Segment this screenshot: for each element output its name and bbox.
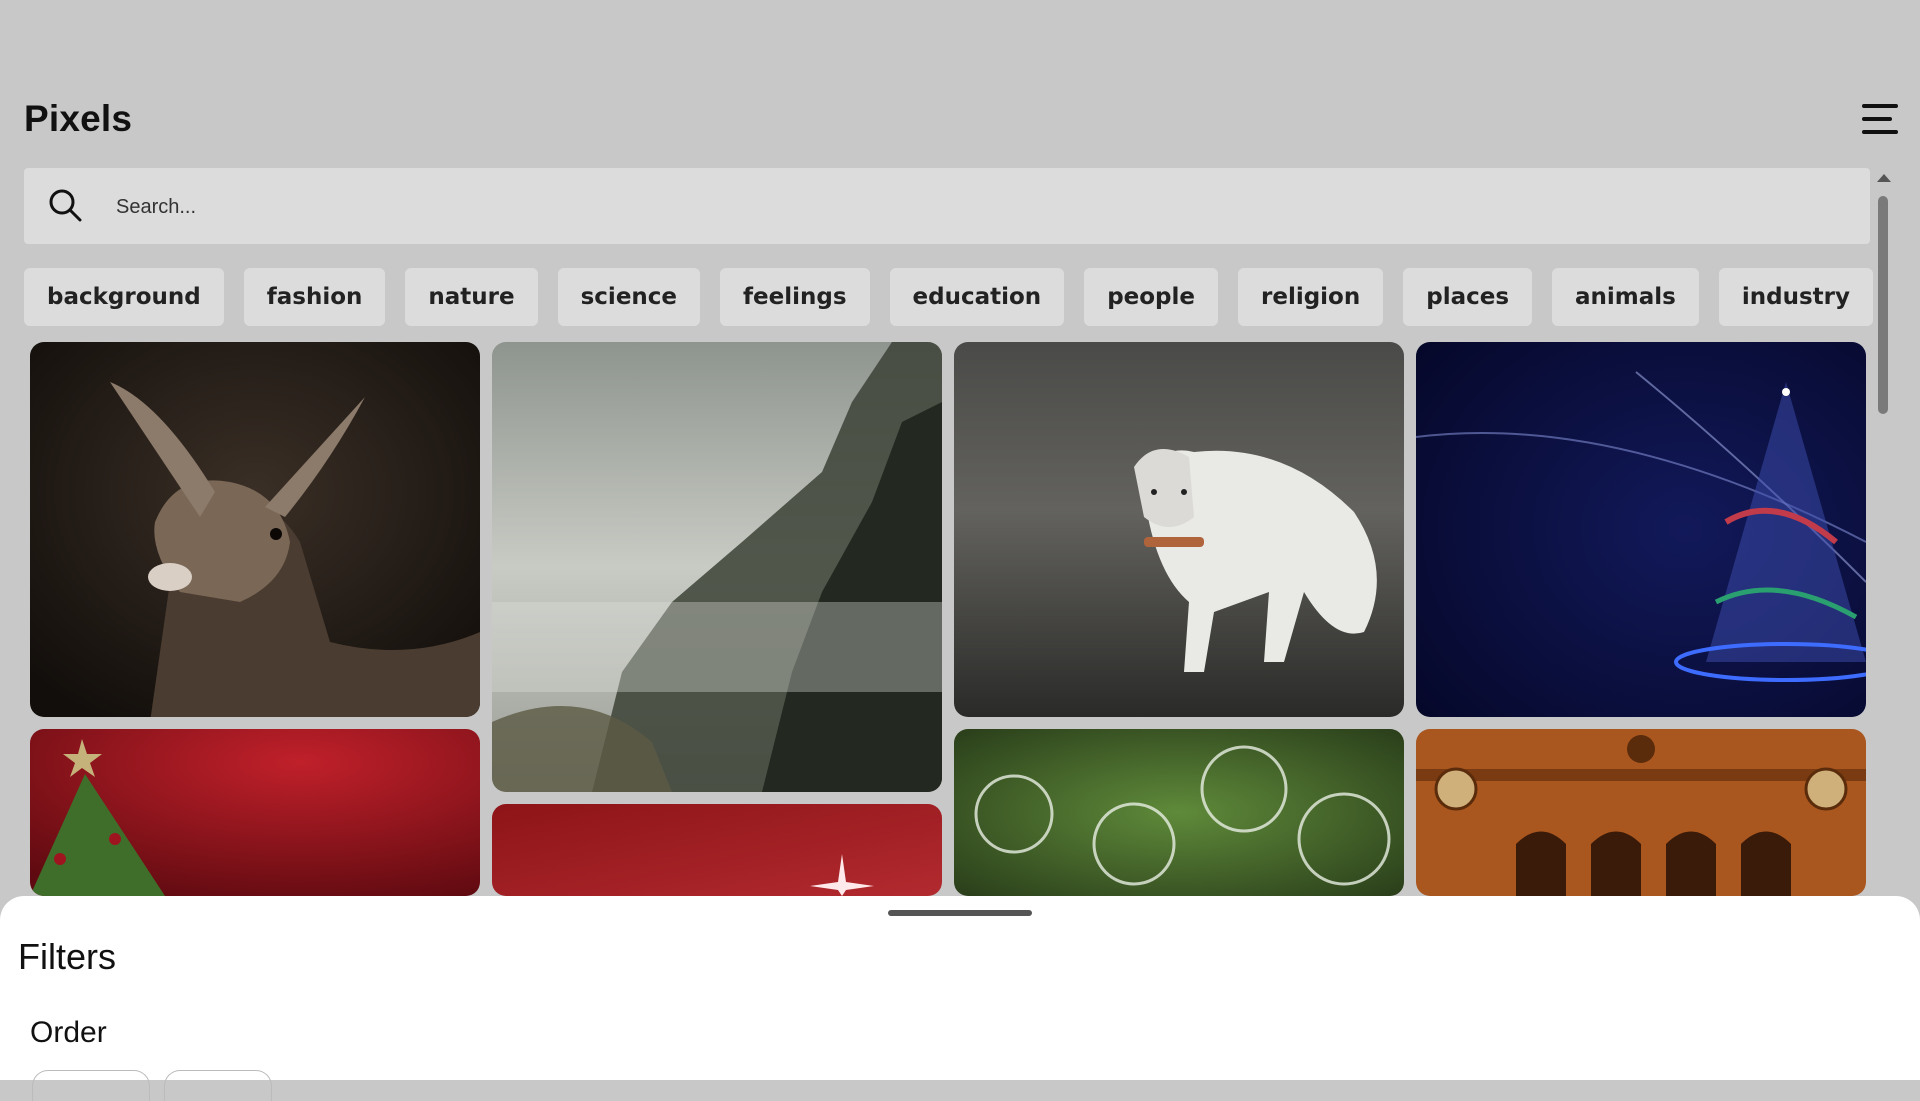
order-option[interactable] (164, 1070, 272, 1101)
search-icon (49, 189, 82, 222)
gallery-image-christmas-sparkle[interactable] (1416, 342, 1866, 717)
drag-handle[interactable] (888, 910, 1032, 916)
category-chips: background fashion nature science feelings ed… (24, 268, 1874, 328)
gallery-image-clock-tower[interactable] (1416, 729, 1866, 896)
gallery-image-arctic-fox[interactable] (954, 342, 1404, 717)
gallery-image-misty-forest[interactable] (492, 342, 942, 792)
gallery-image-red-star[interactable] (492, 804, 942, 896)
category-chip[interactable]: nature (405, 268, 538, 326)
scroll-up-arrow-icon[interactable] (1877, 174, 1891, 182)
gallery-image-christmas-tree[interactable] (30, 729, 480, 896)
gallery-image-bubbles[interactable] (954, 729, 1404, 896)
order-label: Order (30, 1016, 107, 1049)
search-input[interactable] (114, 186, 1818, 228)
category-chip[interactable]: industry (1718, 268, 1873, 326)
scrollbar[interactable] (1874, 168, 1894, 896)
gallery-image-deer[interactable] (30, 342, 480, 717)
category-chip[interactable]: religion (1238, 268, 1384, 326)
category-chip[interactable]: feelings (720, 268, 870, 326)
category-chip[interactable]: people (1084, 268, 1218, 326)
filters-sheet: Filters Order (0, 896, 1920, 1101)
category-chip[interactable]: science (557, 268, 701, 326)
filters-title: Filters (18, 936, 116, 977)
category-chip[interactable]: animals (1552, 268, 1699, 326)
category-chip[interactable]: education (889, 268, 1065, 326)
category-chip[interactable]: background (24, 268, 224, 326)
category-chip[interactable]: places (1403, 268, 1533, 326)
hamburger-menu-icon[interactable] (1862, 104, 1898, 136)
search-bar[interactable] (24, 168, 1870, 244)
scrollbar-thumb[interactable] (1878, 196, 1888, 414)
app-title: Pixels (24, 98, 133, 139)
category-chip[interactable]: fashion (243, 268, 386, 326)
order-option[interactable] (32, 1070, 150, 1101)
